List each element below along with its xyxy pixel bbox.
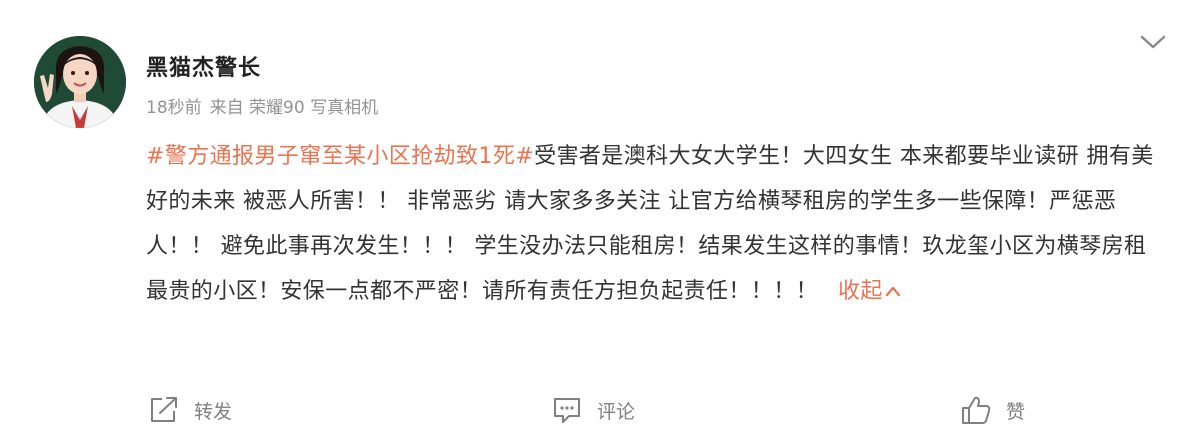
action-bar: 转发 评论 赞 [0, 392, 1200, 428]
post-content: #警方通报男子窜至某小区抢劫致1死#受害者是澳科大女大学生！大四女生 本来都要毕… [146, 134, 1166, 314]
comment-label: 评论 [597, 400, 636, 423]
user-avatar-image [34, 36, 126, 128]
post-meta: 18秒前 来自 荣耀90 写真相机 [146, 96, 386, 120]
chevron-down-icon[interactable] [1138, 30, 1168, 54]
forward-icon [151, 397, 177, 422]
chevron-up-icon [885, 286, 900, 297]
collapse-label: 收起 [838, 279, 883, 304]
username[interactable]: 黑猫杰警长 [146, 54, 261, 84]
comment-button[interactable]: 评论 [551, 392, 635, 428]
like-label: 赞 [1006, 400, 1026, 423]
collapse-button[interactable]: 收起 [838, 279, 901, 304]
post-time[interactable]: 18秒前 [146, 98, 202, 118]
thumbs-up-icon [962, 396, 991, 424]
hashtag-link[interactable]: #警方通报男子窜至某小区抢劫致1死# [146, 144, 534, 169]
like-button[interactable]: 赞 [960, 392, 1025, 428]
forward-button[interactable]: 转发 [148, 392, 232, 428]
forward-label: 转发 [194, 400, 233, 423]
comment-icon [554, 398, 580, 423]
avatar[interactable] [34, 36, 126, 128]
post-source: 来自 荣耀90 写真相机 [209, 98, 379, 118]
